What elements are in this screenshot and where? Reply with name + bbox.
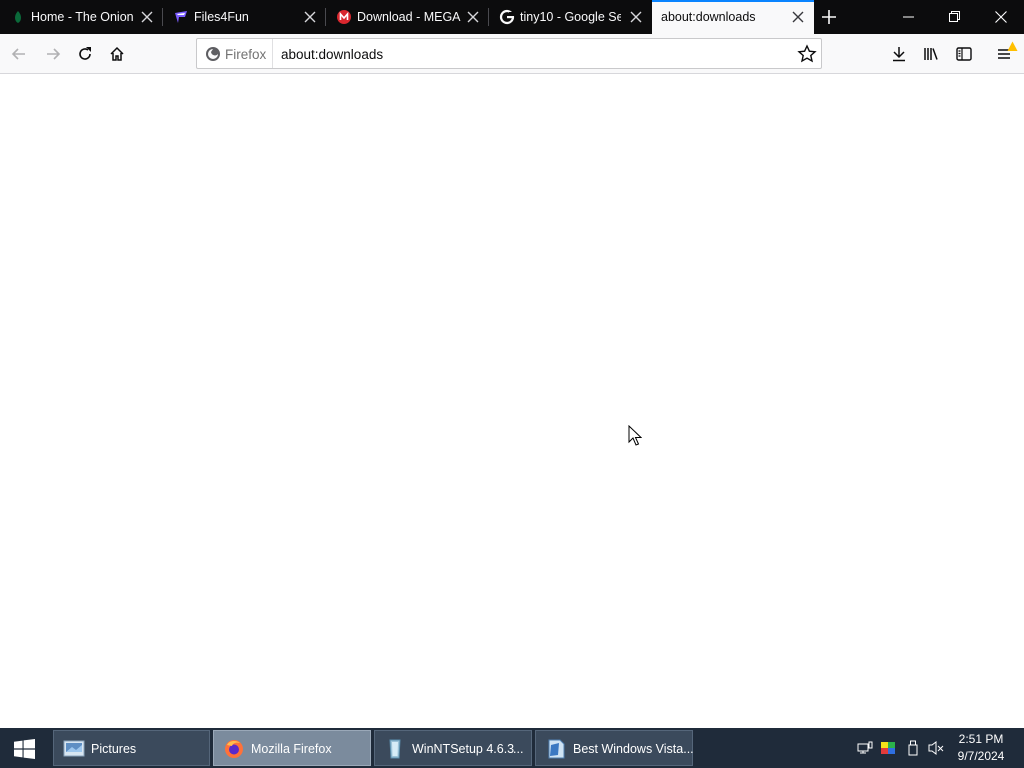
- usb-device-icon[interactable]: [905, 740, 921, 756]
- close-tab-icon[interactable]: [304, 11, 316, 23]
- address-bar[interactable]: Firefox about:downloads: [196, 38, 822, 69]
- taskbar-item-label: Mozilla Firefox: [251, 742, 332, 756]
- close-tab-icon[interactable]: [630, 11, 642, 23]
- taskbar-item-firefox[interactable]: Mozilla Firefox: [213, 730, 371, 766]
- mega-favicon-icon: [337, 10, 351, 24]
- mouse-cursor-icon: [628, 425, 642, 446]
- document-icon: [548, 739, 565, 759]
- close-window-button[interactable]: [978, 0, 1024, 34]
- tab-title: Files4Fun: [194, 10, 249, 24]
- tab-about-downloads[interactable]: about:downloads: [652, 0, 814, 34]
- url-text[interactable]: about:downloads: [281, 47, 383, 62]
- taskbar-item-pictures[interactable]: Pictures: [53, 730, 210, 766]
- identity-label: Firefox: [225, 47, 267, 62]
- clock-time: 2:51 PM: [958, 732, 1004, 746]
- winntsetup-icon: [389, 739, 401, 759]
- google-favicon-icon: [499, 9, 515, 25]
- taskbar-item-label: Pictures: [91, 742, 137, 756]
- library-icon: [924, 48, 938, 60]
- back-button[interactable]: [6, 41, 32, 67]
- color-manager-icon[interactable]: [880, 740, 896, 756]
- tab-title: about:downloads: [661, 10, 756, 24]
- home-button[interactable]: [104, 41, 130, 67]
- download-arrow-icon: [893, 47, 905, 62]
- bookmark-star-icon[interactable]: [797, 44, 817, 64]
- close-icon: [995, 11, 1007, 23]
- windows-taskbar: Pictures Mozilla Firefox WinNTSetup 4.6.…: [0, 728, 1024, 768]
- volume-muted-icon[interactable]: [928, 740, 944, 756]
- taskbar-item-winntsetup[interactable]: WinNTSetup 4.6.3 ...: [374, 730, 532, 766]
- page-content-area: [0, 74, 1024, 728]
- menu-button[interactable]: [992, 41, 1018, 67]
- tab-the-onion[interactable]: Home - The Onion: [0, 0, 163, 34]
- taskbar-item-best-windows-vista[interactable]: Best Windows Vista...: [535, 730, 694, 766]
- tab-title: Home - The Onion: [31, 10, 133, 24]
- library-button[interactable]: [918, 41, 944, 67]
- home-icon: [110, 46, 124, 61]
- tab-title: tiny10 - Google Sea: [520, 10, 621, 24]
- start-button[interactable]: [0, 728, 48, 768]
- identity-box[interactable]: Firefox: [197, 39, 273, 68]
- minimize-button[interactable]: [886, 0, 932, 34]
- reload-icon: [79, 47, 91, 60]
- onion-favicon-icon: [15, 11, 21, 23]
- taskbar-item-label: Best Windows Vista...: [573, 742, 694, 756]
- tab-strip: Home - The Onion Files4Fun Download - ME…: [0, 0, 1024, 34]
- tab-files4fun[interactable]: Files4Fun: [163, 0, 326, 34]
- clock-date: 9/7/2024: [957, 749, 1005, 763]
- close-tab-icon[interactable]: [141, 11, 153, 23]
- back-arrow-icon: [11, 48, 25, 60]
- tab-google-search[interactable]: tiny10 - Google Sea: [489, 0, 652, 34]
- close-tab-icon[interactable]: [467, 11, 479, 23]
- tab-title: Download - MEGA: [357, 10, 461, 24]
- tab-mega[interactable]: Download - MEGA: [326, 0, 489, 34]
- forward-arrow-icon: [47, 48, 61, 60]
- downloads-button[interactable]: [886, 41, 912, 67]
- reload-button[interactable]: [72, 41, 98, 67]
- network-icon[interactable]: [857, 740, 873, 756]
- windows-logo-icon: [14, 739, 35, 759]
- system-clock[interactable]: 2:51 PM 9/7/2024: [950, 731, 1012, 765]
- update-warning-icon: [1007, 41, 1018, 51]
- new-tab-plus-icon[interactable]: [817, 5, 841, 29]
- files4fun-favicon-icon: [175, 11, 187, 23]
- navigation-toolbar: Firefox about:downloads: [0, 34, 1024, 74]
- minimize-icon: [903, 16, 914, 18]
- restore-button[interactable]: [932, 0, 978, 34]
- close-tab-icon[interactable]: [792, 11, 804, 23]
- firefox-logo-icon: [206, 47, 220, 61]
- forward-button[interactable]: [40, 41, 66, 67]
- sidebar-button[interactable]: [951, 41, 977, 67]
- pictures-folder-icon: [63, 740, 85, 757]
- taskbar-item-ellipsis: ...: [513, 742, 524, 756]
- sidebar-icon: [956, 47, 972, 61]
- restore-icon: [949, 11, 960, 22]
- firefox-icon: [225, 740, 243, 758]
- taskbar-item-label: WinNTSetup 4.6.3: [412, 742, 515, 756]
